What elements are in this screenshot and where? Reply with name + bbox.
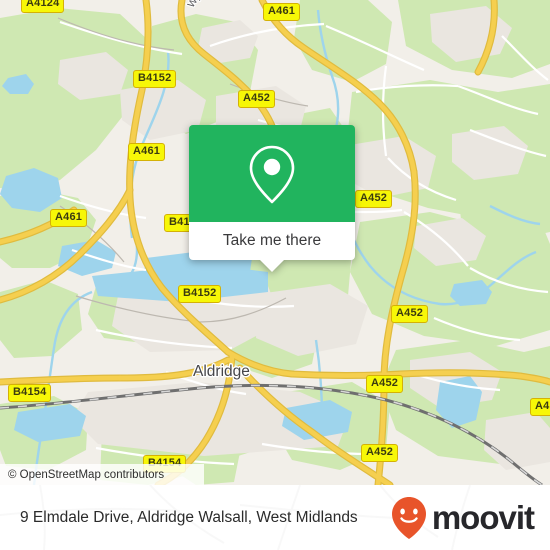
attribution-text: © OpenStreetMap contributors: [8, 468, 165, 481]
map-attribution[interactable]: © OpenStreetMap contributors: [0, 464, 204, 485]
road-shield[interactable]: A4: [530, 398, 550, 416]
place-label-aldridge: Aldridge: [193, 363, 250, 380]
popup-header: [189, 125, 355, 222]
footer-bar: 9 Elmdale Drive, Aldridge Walsall, West …: [0, 485, 550, 550]
moovit-logo[interactable]: moovit: [388, 495, 535, 541]
road-shield[interactable]: A452: [355, 190, 393, 208]
moovit-smiling-pin-icon: [391, 496, 426, 539]
road-shield[interactable]: B4152: [178, 285, 222, 303]
take-me-there-label: Take me there: [222, 232, 322, 249]
road-shield[interactable]: A452: [361, 444, 399, 462]
destination-popup[interactable]: Take me there: [189, 125, 355, 272]
road-shield[interactable]: B4152: [133, 70, 177, 88]
road-shield[interactable]: A4124: [21, 0, 65, 13]
road-shield[interactable]: A461: [128, 143, 166, 161]
address-text: 9 Elmdale Drive, Aldridge Walsall, West …: [20, 508, 358, 526]
map-screenshot: Aldridge Wyrley A4124 A461 B4152 A452 A4…: [0, 0, 550, 550]
popup-pointer-tail: [260, 260, 284, 272]
road-shield[interactable]: A452: [238, 90, 276, 108]
road-shield[interactable]: A461: [263, 3, 301, 21]
moovit-wordmark: moovit: [431, 499, 535, 536]
road-shield[interactable]: A461: [50, 209, 88, 227]
popup-action-bar[interactable]: Take me there: [189, 222, 355, 272]
road-shield[interactable]: A452: [391, 305, 429, 323]
road-shield[interactable]: A452: [366, 375, 404, 393]
road-shield[interactable]: B4154: [8, 384, 52, 402]
location-pin-icon: [249, 145, 295, 203]
map-canvas[interactable]: Aldridge Wyrley A4124 A461 B4152 A452 A4…: [0, 0, 550, 485]
